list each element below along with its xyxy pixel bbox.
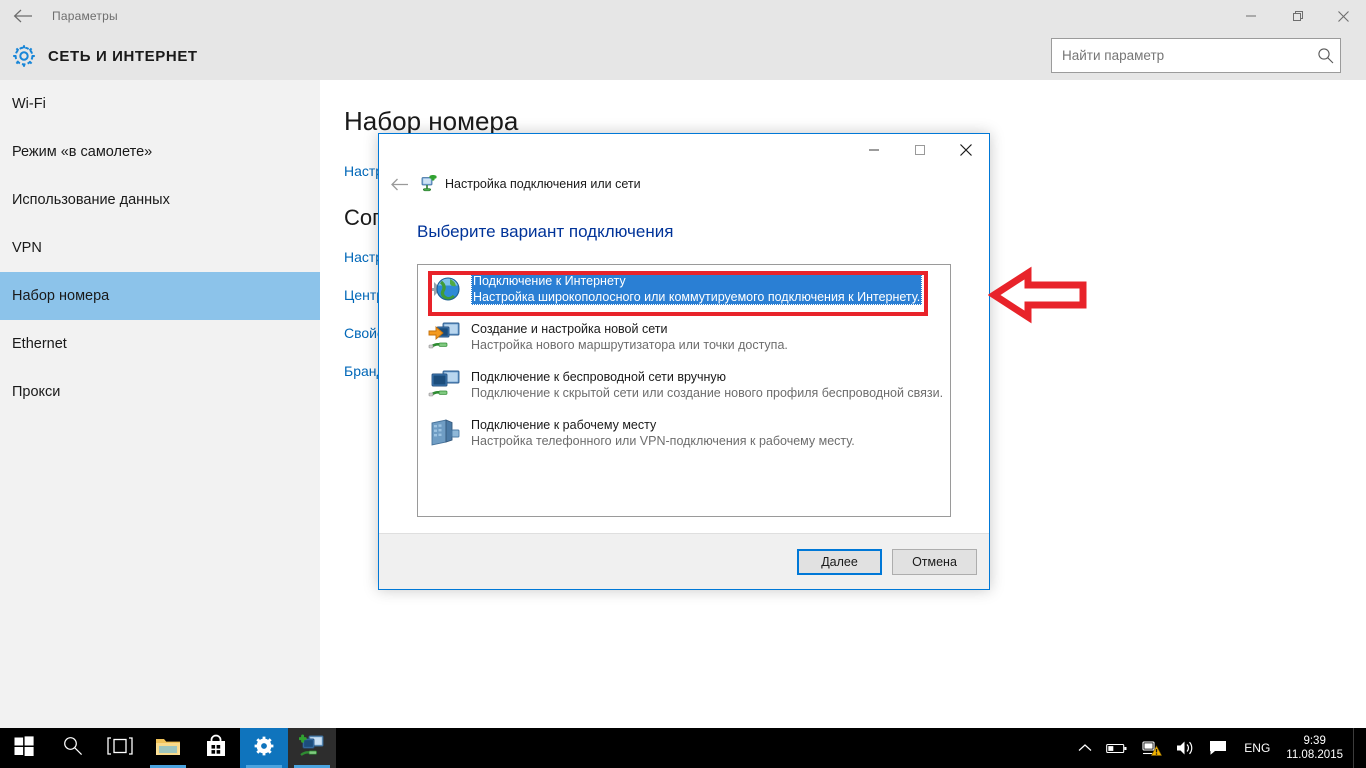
show-desktop-button[interactable]	[1353, 728, 1360, 768]
option-description: Настройка телефонного или VPN-подключени…	[471, 434, 855, 448]
network-setup-icon	[298, 734, 325, 763]
battery-icon[interactable]	[1099, 728, 1135, 768]
option-create-new-network[interactable]: Создание и настройка новой сети Настройк…	[418, 313, 950, 361]
sidebar-item-dial-up[interactable]: Набор номера	[0, 272, 320, 320]
network-warning-icon[interactable]	[1135, 728, 1169, 768]
sidebar-item-label: VPN	[12, 240, 42, 256]
dialog-close-button[interactable]	[943, 134, 989, 166]
cancel-button[interactable]: Отмена	[892, 548, 977, 575]
option-description: Настройка нового маршрутизатора или точк…	[471, 338, 788, 352]
system-tray: ENG 9:39 11.08.2015	[1071, 728, 1366, 768]
new-network-icon	[428, 320, 462, 354]
page-category-title: СЕТЬ И ИНТЕРНЕТ	[48, 47, 198, 65]
option-title: Подключение к беспроводной сети вручную	[471, 370, 727, 384]
sidebar-item-vpn[interactable]: VPN	[0, 224, 320, 272]
clock-time: 9:39	[1303, 735, 1326, 747]
option-description: Настройка широкополосного или коммутируе…	[473, 290, 921, 304]
store-bag-icon	[205, 734, 227, 762]
action-center-icon[interactable]	[1202, 728, 1234, 768]
caption-buttons	[1228, 0, 1366, 32]
volume-icon[interactable]	[1169, 728, 1202, 768]
dialog-body: Выберите вариант подключения Подключение…	[379, 202, 989, 517]
sidebar-item-label: Режим «в самолете»	[12, 144, 153, 160]
sidebar-item-data-usage[interactable]: Использование данных	[0, 176, 320, 224]
start-button[interactable]	[0, 728, 48, 768]
settings-button[interactable]	[240, 728, 288, 768]
dialog-minimize-button[interactable]	[851, 134, 897, 166]
sidebar-item-label: Использование данных	[12, 192, 170, 208]
network-setup-icon	[415, 175, 441, 193]
taskbar: ENG 9:39 11.08.2015	[0, 728, 1366, 768]
gear-icon	[0, 43, 48, 69]
chevron-up-icon[interactable]	[1071, 728, 1099, 768]
clock-date: 11.08.2015	[1286, 749, 1343, 761]
sidebar-item-airplane-mode[interactable]: Режим «в самолете»	[0, 128, 320, 176]
dialog-caption-bar	[379, 134, 989, 166]
option-manual-wireless-connect[interactable]: Подключение к беспроводной сети вручную …	[418, 361, 950, 409]
back-arrow-icon[interactable]	[385, 170, 415, 198]
sidebar-item-ethernet[interactable]: Ethernet	[0, 320, 320, 368]
gear-tile-icon	[253, 735, 275, 762]
option-title: Создание и настройка новой сети	[471, 322, 668, 336]
option-title: Подключение к рабочему месту	[471, 418, 657, 432]
sidebar-item-label: Ethernet	[12, 336, 67, 352]
dialog-question: Выберите вариант подключения	[417, 222, 674, 241]
option-description: Подключение к скрытой сети или создание …	[471, 386, 944, 400]
file-explorer-button[interactable]	[144, 728, 192, 768]
folder-icon	[155, 735, 181, 762]
search-icon[interactable]	[1310, 47, 1340, 64]
language-indicator[interactable]: ENG	[1234, 741, 1280, 755]
dialog-maximize-button[interactable]	[897, 134, 943, 166]
connection-option-list[interactable]: Подключение к Интернету Настройка широко…	[417, 264, 951, 517]
search-button[interactable]	[48, 728, 96, 768]
search-input[interactable]	[1052, 39, 1310, 72]
close-button[interactable]	[1320, 0, 1366, 32]
minimize-button[interactable]	[1228, 0, 1274, 32]
search-icon	[62, 735, 83, 761]
task-view-icon	[107, 736, 133, 760]
setup-connection-dialog: Настройка подключения или сети Выберите …	[378, 133, 990, 590]
screen: Параметры СЕТЬ И ИНТЕРНЕТ Найти параметр…	[0, 0, 1366, 768]
window-title: Параметры	[52, 9, 118, 23]
task-view-button[interactable]	[96, 728, 144, 768]
sidebar-item-label: Прокси	[12, 384, 61, 400]
network-setup-button[interactable]	[288, 728, 336, 768]
wireless-manual-icon	[428, 368, 462, 402]
windows-logo-icon	[14, 735, 34, 761]
maximize-button[interactable]	[1274, 0, 1320, 32]
option-title: Подключение к Интернету	[473, 274, 626, 288]
sidebar: Wi-Fi Режим «в самолете» Использование д…	[0, 80, 320, 728]
dialog-nav-row: Настройка подключения или сети	[379, 166, 989, 202]
clock[interactable]: 9:39 11.08.2015	[1280, 734, 1353, 762]
next-button[interactable]: Далее	[797, 548, 882, 575]
option-connect-to-internet[interactable]: Подключение к Интернету Настройка широко…	[418, 265, 950, 313]
dialog-footer: Далее Отмена	[379, 533, 989, 589]
back-arrow-icon[interactable]	[0, 0, 46, 32]
option-connect-to-workplace[interactable]: Подключение к рабочему месту Настройка т…	[418, 409, 950, 457]
workplace-icon	[428, 416, 462, 450]
search-box[interactable]	[1051, 38, 1341, 73]
sidebar-item-label: Набор номера	[12, 288, 110, 304]
sidebar-item-wifi[interactable]: Wi-Fi	[0, 80, 320, 128]
sidebar-item-label: Wi-Fi	[12, 96, 46, 112]
store-button[interactable]	[192, 728, 240, 768]
sidebar-item-proxy[interactable]: Прокси	[0, 368, 320, 416]
globe-internet-icon	[428, 272, 462, 306]
settings-header: СЕТЬ И ИНТЕРНЕТ	[0, 32, 1366, 80]
dialog-header-title: Настройка подключения или сети	[445, 177, 641, 191]
settings-titlebar: Параметры	[0, 0, 1366, 32]
